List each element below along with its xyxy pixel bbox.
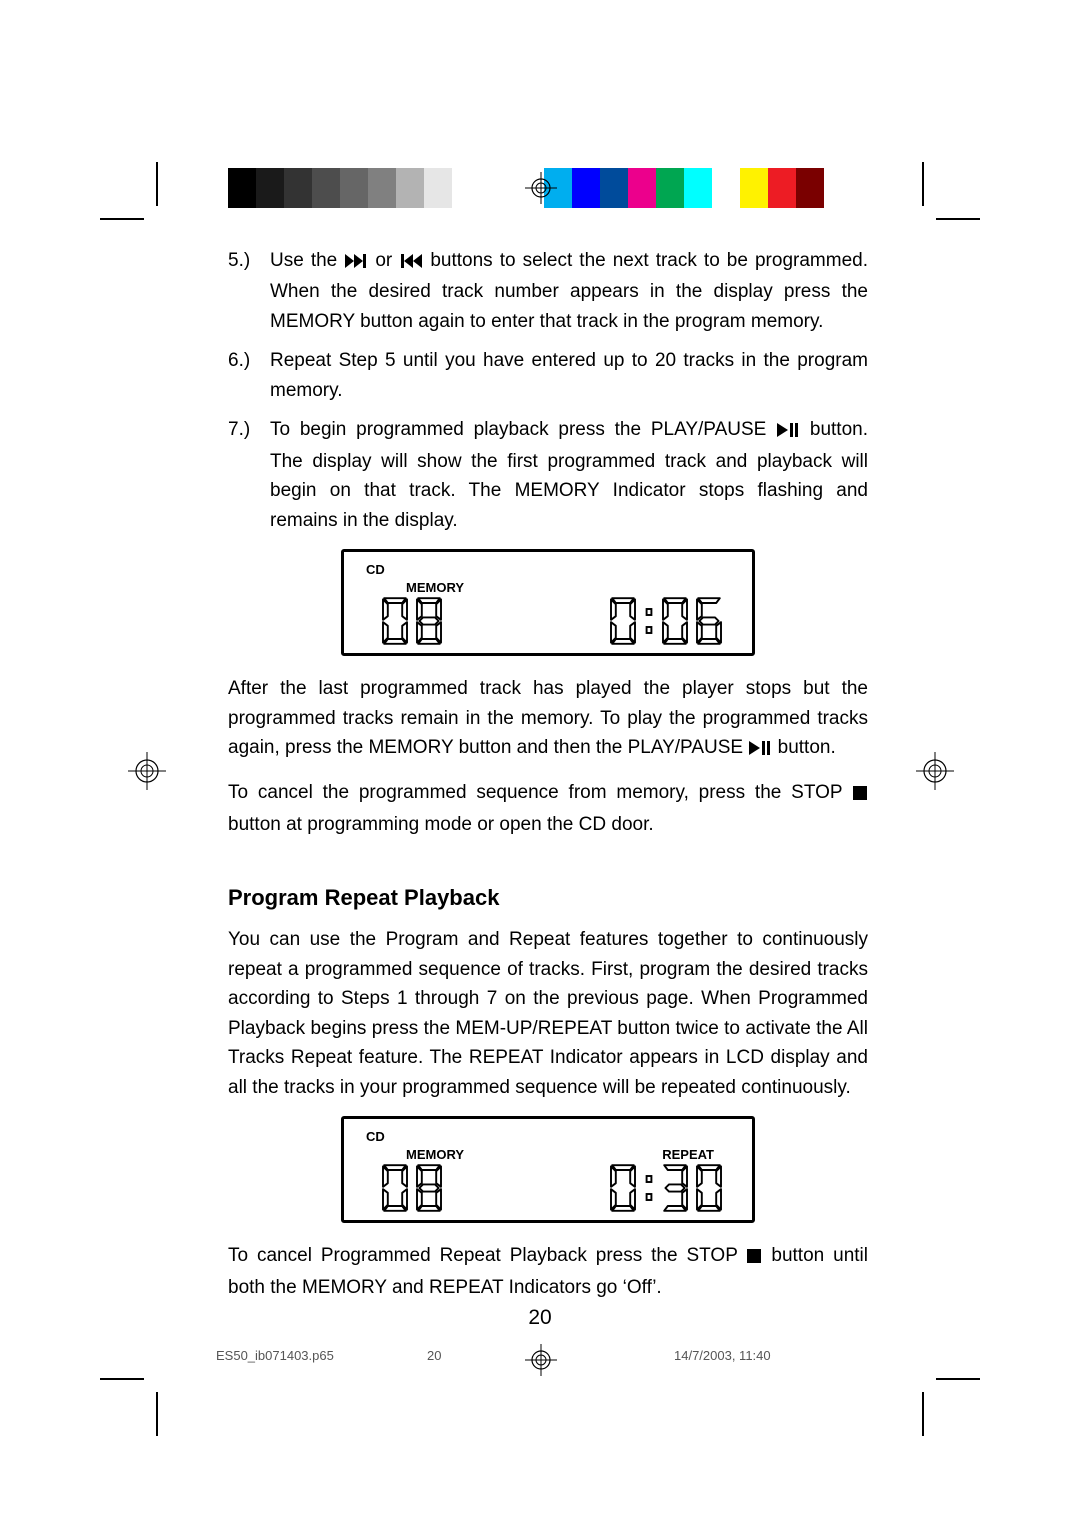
lcd-labels: CD MEMORY — [362, 562, 734, 595]
footer-filename: ES50_ib071403.p65 — [216, 1348, 334, 1363]
text: To begin programmed playback press the P… — [270, 419, 776, 440]
crop-mark — [922, 1392, 924, 1436]
rewind-icon — [400, 248, 422, 277]
list-item: 7.) To begin programmed playback press t… — [228, 415, 868, 535]
color-swatch — [712, 168, 740, 208]
footer-date: 14/7/2003, 11:40 — [674, 1348, 771, 1363]
crop-mark — [922, 162, 924, 206]
paragraph: After the last programmed track has play… — [228, 674, 868, 764]
color-swatch — [600, 168, 628, 208]
text: To cancel the programmed sequence from m… — [228, 782, 852, 803]
registration-mark-icon — [525, 1344, 557, 1376]
lcd-digits — [362, 1164, 734, 1212]
paragraph: You can use the Program and Repeat featu… — [228, 925, 868, 1102]
stop-icon — [853, 780, 867, 809]
crop-mark — [936, 218, 980, 220]
lcd-memory-label: MEMORY — [406, 580, 464, 596]
registration-mark-icon — [525, 172, 557, 204]
lcd-display-2: CD MEMORY REPEAT — [341, 1116, 755, 1223]
lcd-cd-label: CD — [366, 562, 734, 578]
fast-forward-icon — [345, 248, 367, 277]
step-text: Repeat Step 5 until you have entered up … — [270, 346, 868, 405]
step-text: Use the or buttons to select the next tr… — [270, 246, 868, 336]
text: button. — [778, 737, 836, 758]
color-swatch — [684, 168, 712, 208]
registration-mark-icon — [916, 752, 954, 790]
play-pause-icon — [749, 735, 771, 764]
footer-pagenum: 20 — [427, 1348, 441, 1363]
color-swatch — [340, 168, 368, 208]
lcd-labels: CD MEMORY REPEAT — [362, 1129, 734, 1162]
lcd-display-1: CD MEMORY — [341, 549, 755, 656]
paragraph: To cancel Programmed Repeat Playback pre… — [228, 1241, 868, 1302]
list-item: 5.) Use the or buttons to select the nex… — [228, 246, 868, 336]
text: To cancel Programmed Repeat Playback pre… — [228, 1245, 746, 1266]
lcd-cd-label: CD — [366, 1129, 734, 1145]
color-swatch — [656, 168, 684, 208]
color-swatch — [796, 168, 824, 208]
text: Use the — [270, 250, 344, 271]
page-content: 5.) Use the or buttons to select the nex… — [228, 246, 868, 1316]
color-swatch — [572, 168, 600, 208]
step-list: 5.) Use the or buttons to select the nex… — [228, 246, 868, 535]
text: button at programming mode or open the C… — [228, 814, 654, 835]
lcd-digits — [362, 597, 734, 645]
color-swatch — [284, 168, 312, 208]
step-number: 5.) — [228, 246, 270, 336]
color-swatch — [740, 168, 768, 208]
page-number: 20 — [0, 1306, 1080, 1330]
stop-icon — [747, 1243, 761, 1272]
color-swatch — [368, 168, 396, 208]
registration-mark-icon — [128, 752, 166, 790]
color-swatch — [768, 168, 796, 208]
color-swatch — [312, 168, 340, 208]
color-swatch — [628, 168, 656, 208]
page: 5.) Use the or buttons to select the nex… — [0, 0, 1080, 1528]
crop-mark — [100, 218, 144, 220]
play-pause-icon — [777, 417, 799, 446]
step-number: 7.) — [228, 415, 270, 535]
lcd-memory-label: MEMORY — [406, 1147, 464, 1163]
crop-mark — [936, 1378, 980, 1380]
step-text: To begin programmed playback press the P… — [270, 415, 868, 535]
lcd-repeat-label: REPEAT — [662, 1147, 714, 1163]
crop-mark — [156, 162, 158, 206]
color-swatch — [424, 168, 452, 208]
step-number: 6.) — [228, 346, 270, 405]
text: or — [375, 250, 399, 271]
color-swatch — [396, 168, 424, 208]
color-swatch — [256, 168, 284, 208]
text: After the last programmed track has play… — [228, 678, 868, 758]
crop-mark — [156, 1392, 158, 1436]
color-swatch — [228, 168, 256, 208]
section-heading: Program Repeat Playback — [228, 885, 868, 911]
list-item: 6.) Repeat Step 5 until you have entered… — [228, 346, 868, 405]
crop-mark — [100, 1378, 144, 1380]
paragraph: To cancel the programmed sequence from m… — [228, 778, 868, 839]
